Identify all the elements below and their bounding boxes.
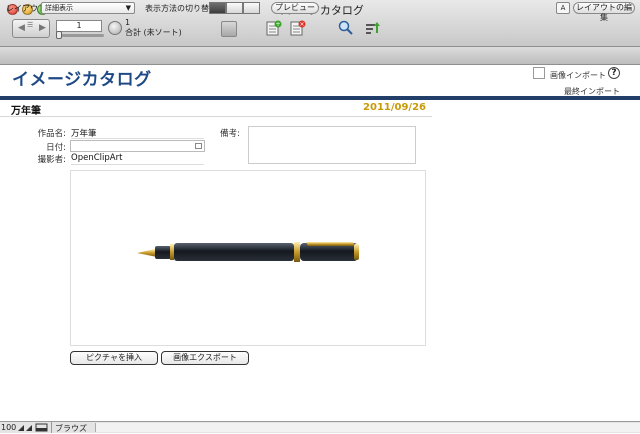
show-all-icon[interactable]	[221, 21, 237, 37]
form-view-button[interactable]	[209, 2, 226, 14]
record-slider-knob[interactable]	[56, 31, 62, 39]
horizontal-scrollbar[interactable]	[95, 423, 640, 432]
delete-record-icon[interactable]: ×	[290, 20, 306, 36]
pen-ring	[170, 244, 174, 260]
record-count: 1 合計 (未ソート)	[125, 18, 182, 38]
record-date: 2011/09/26	[363, 102, 426, 113]
svg-text:+: +	[275, 21, 280, 28]
title-label: 作品名:	[37, 129, 66, 139]
notes-label: 備考:	[220, 129, 240, 139]
record-slider-track[interactable]	[56, 34, 104, 37]
mode-indicator[interactable]: ブラウズ	[55, 423, 87, 434]
picture-container[interactable]	[70, 170, 426, 346]
record-count-number: 1	[125, 18, 131, 27]
pen-barrel	[174, 243, 294, 261]
fountain-pen-image	[137, 242, 359, 262]
new-record-icon[interactable]: +	[266, 20, 282, 36]
layout-popup-value: 詳細表示	[45, 4, 73, 12]
insert-picture-button[interactable]: ピクチャを挿入	[70, 351, 158, 365]
pen-grip	[155, 246, 171, 259]
date-field[interactable]	[70, 140, 205, 152]
found-set-pie-icon	[108, 21, 122, 35]
pen-band	[294, 242, 300, 262]
next-record-icon[interactable]: ▶	[39, 23, 46, 33]
pen-clip	[306, 242, 355, 246]
svg-text:×: ×	[299, 21, 304, 28]
text-formatting-button[interactable]: A	[556, 2, 570, 14]
pen-cap-end	[354, 244, 359, 260]
image-import-icon[interactable]	[533, 67, 545, 79]
help-icon[interactable]: ?	[608, 67, 620, 79]
table-view-button[interactable]	[243, 2, 260, 14]
photographer-label: 撮影者:	[37, 155, 66, 165]
layout-popup[interactable]: 詳細表示 ▼	[41, 2, 135, 14]
page-title: イメージカタログ	[12, 70, 152, 90]
zoom-controls-icon[interactable]	[17, 423, 49, 432]
find-magnifier-icon[interactable]	[338, 20, 354, 36]
pen-nib	[137, 249, 157, 257]
sort-records-icon[interactable]	[365, 20, 381, 36]
notes-field[interactable]	[248, 126, 416, 164]
photographer-field[interactable]: OpenClipArt	[71, 153, 204, 165]
record-navigation-book[interactable]: ◀ ☰ ▶	[12, 19, 50, 38]
header-divider	[0, 96, 640, 100]
status-separator	[51, 422, 52, 433]
image-import-link[interactable]: 画像インポート	[550, 70, 606, 81]
record-title: 万年筆	[11, 106, 41, 117]
status-bar: 100 ブラウズ	[0, 421, 640, 433]
current-record-field[interactable]: 1	[56, 20, 102, 32]
edit-layout-button[interactable]: レイアウトの編集	[573, 2, 635, 22]
zoom-level[interactable]: 100	[1, 423, 16, 432]
chevron-down-icon: ▼	[125, 4, 131, 12]
layout-bar	[0, 47, 640, 65]
title-field[interactable]: 万年筆	[71, 127, 204, 139]
list-view-button[interactable]	[226, 2, 243, 14]
previous-record-icon[interactable]: ◀	[18, 23, 25, 33]
export-image-button[interactable]: 画像エクスポート	[161, 351, 249, 365]
preview-button[interactable]: プレビュー	[271, 2, 319, 14]
record-count-summary: 合計 (未ソート)	[125, 28, 182, 37]
record-divider	[0, 116, 432, 117]
book-icon: ☰	[27, 21, 34, 29]
date-label: 日付:	[46, 143, 66, 153]
calendar-icon[interactable]	[195, 143, 202, 149]
